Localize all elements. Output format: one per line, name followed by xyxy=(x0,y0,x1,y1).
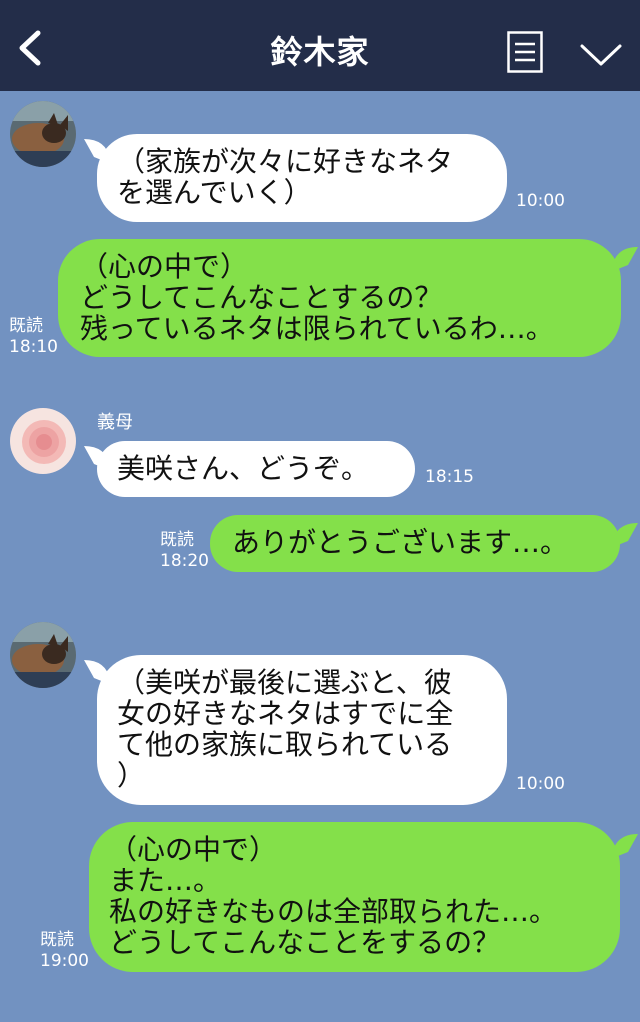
message-time: 10:00 xyxy=(516,774,565,794)
avatar-flower[interactable] xyxy=(10,408,76,474)
avatar-dog[interactable] xyxy=(10,101,76,167)
message-bubble[interactable]: （美咲が最後に選ぶと、彼 女の好きなネタはすでに全 て他の家族に取られている ） xyxy=(97,655,507,805)
read-label: 既読 xyxy=(40,930,74,950)
chevron-down-icon[interactable] xyxy=(579,42,623,68)
chat-title: 鈴木家 xyxy=(270,33,370,71)
message-time: 19:00 xyxy=(40,951,89,971)
message-bubble[interactable]: ありがとうございます…。 xyxy=(210,515,620,572)
message-time: 18:15 xyxy=(425,467,474,487)
menu-icon[interactable] xyxy=(507,31,543,73)
read-receipt: 既読 18:10 xyxy=(9,316,58,358)
read-receipt: 既読 19:00 xyxy=(40,930,89,972)
message-bubble[interactable]: （心の中で） どうしてこんなことするの？ 残っているネタは限られているわ…。 xyxy=(58,239,621,357)
dog-avatar-icon xyxy=(10,622,76,688)
message-bubble[interactable]: （心の中で） また…。 私の好きなものは全部取られた…。 どうしてこんなことをす… xyxy=(89,822,620,972)
chat-header: 鈴木家 xyxy=(0,0,640,91)
message-time: 18:20 xyxy=(160,551,209,571)
message-time: 10:00 xyxy=(516,191,565,211)
message-time: 18:10 xyxy=(9,337,58,357)
flower-avatar-icon xyxy=(10,408,76,474)
message-bubble[interactable]: （家族が次々に好きなネタ を選んでいく） xyxy=(97,134,507,222)
read-label: 既読 xyxy=(9,316,43,336)
sender-name: 義母 xyxy=(97,412,133,433)
message-bubble[interactable]: 美咲さん、どうぞ。 xyxy=(97,441,415,497)
read-receipt: 既読 18:20 xyxy=(160,530,209,572)
read-label: 既読 xyxy=(160,530,194,550)
dog-avatar-icon xyxy=(10,101,76,167)
avatar-dog[interactable] xyxy=(10,622,76,688)
